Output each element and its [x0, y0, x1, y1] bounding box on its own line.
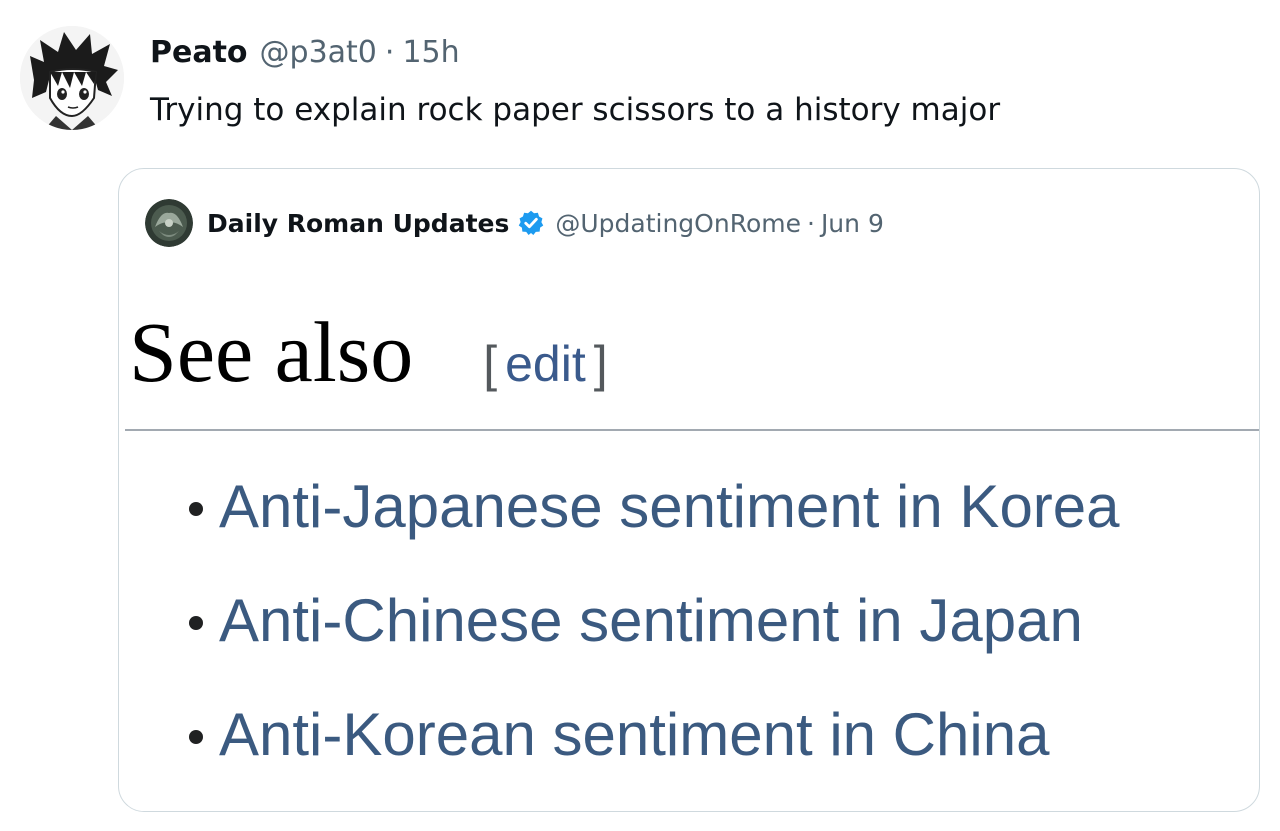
bullet-icon [189, 730, 203, 744]
tweet[interactable]: Peato @p3at0 · 15h Trying to explain roc… [0, 0, 1280, 831]
wiki-edit-link: edit [505, 336, 586, 392]
author-avatar[interactable] [20, 26, 124, 130]
tweet-text: Trying to explain rock paper scissors to… [150, 92, 1001, 128]
quoted-tweet-card[interactable]: Daily Roman Updates @UpdatingOnRome · Ju… [118, 168, 1260, 812]
bullet-icon [189, 502, 203, 516]
wiki-edit-open-bracket: [ [483, 336, 498, 392]
quoted-tweet-header: Daily Roman Updates @UpdatingOnRome · Ju… [145, 199, 884, 247]
header-separator: · [384, 35, 395, 70]
bullet-icon [189, 616, 203, 630]
author-handle[interactable]: @p3at0 [260, 33, 377, 73]
wiki-link: Anti-Chinese sentiment in Japan [219, 586, 1083, 654]
wiki-see-also-list: Anti-Japanese sentiment in Korea Anti-Ch… [189, 449, 1120, 791]
wiki-section-title: See also [129, 304, 414, 400]
wiki-edit-close-bracket: ] [593, 336, 608, 392]
list-item: Anti-Korean sentiment in China [189, 677, 1120, 791]
tweet-header: Peato @p3at0 · 15h [150, 33, 460, 73]
anime-avatar-icon [20, 26, 124, 130]
quoted-author-avatar[interactable] [145, 199, 193, 247]
quoted-author-display-name[interactable]: Daily Roman Updates [207, 209, 509, 238]
quoted-author-handle[interactable]: @UpdatingOnRome [555, 209, 801, 238]
wiki-heading-divider [125, 429, 1259, 431]
tweet-timestamp[interactable]: 15h [402, 33, 459, 73]
roman-emblem-avatar-icon [145, 199, 193, 247]
author-display-name[interactable]: Peato [150, 33, 248, 73]
wiki-link: Anti-Korean sentiment in China [219, 700, 1050, 768]
wiki-section-heading: See also [edit] [129, 297, 608, 407]
verified-badge-icon [517, 209, 545, 237]
quoted-tweet-date[interactable]: Jun 9 [821, 209, 884, 238]
quoted-tweet-image[interactable]: See also [edit] Anti-Japanese sentiment … [119, 279, 1259, 811]
list-item: Anti-Japanese sentiment in Korea [189, 449, 1120, 563]
list-item: Anti-Chinese sentiment in Japan [189, 563, 1120, 677]
wiki-edit-section: [edit] [483, 335, 607, 393]
wiki-link: Anti-Japanese sentiment in Korea [219, 472, 1120, 540]
quoted-header-separator: · [806, 208, 815, 238]
